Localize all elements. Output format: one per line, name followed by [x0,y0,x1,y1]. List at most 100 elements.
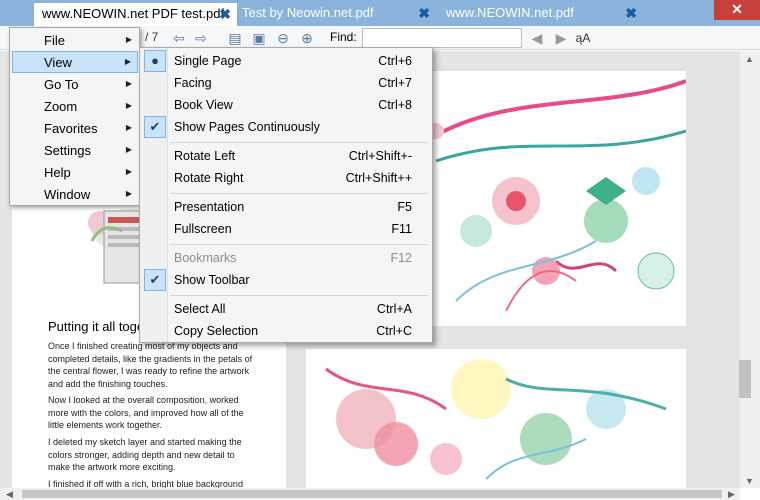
menu-item-label: Go To [44,77,79,92]
scroll-up-icon[interactable]: ▲ [745,54,754,64]
menu-item-rotate-left[interactable]: Rotate Left Ctrl+Shift+- [142,145,430,167]
menu-separator [170,193,428,194]
menu-item-presentation[interactable]: Presentation F5 [142,196,430,218]
menu-item-label: View [44,55,72,70]
page-paragraph: I deleted my sketch layer and started ma… [48,437,242,473]
fit-width-icon[interactable]: ▤ [226,29,244,47]
submenu-arrow-icon: ▶ [125,35,132,44]
menu-item-label: Favorites [44,121,98,136]
zoom-out-icon[interactable]: ⊖ [274,29,292,47]
submenu-arrow-icon: ▶ [124,57,131,66]
window-close-button[interactable]: ✕ [714,0,760,20]
menu-item-label: Rotate Right [174,171,244,185]
horizontal-scroll-thumb[interactable] [22,490,722,498]
page-heading: Putting it all toget [48,319,148,334]
menu-item-shortcut: F5 [397,200,412,214]
view-submenu: ● Single Page Ctrl+6 Facing Ctrl+7 Book … [139,47,433,343]
menu-separator [170,142,428,143]
menu-item-label: Bookmarks [174,251,237,265]
menu-item-rotate-right[interactable]: Rotate Right Ctrl+Shift++ [142,167,430,189]
menu-item-label: Window [44,187,91,202]
scroll-down-icon[interactable]: ▼ [745,476,754,486]
scroll-left-icon[interactable]: ◀ [6,489,13,500]
tab-test-by-neowin[interactable]: Test by Neowin.net.pdf ✖ [234,2,436,26]
menu-item-show-toolbar[interactable]: ✔ Show Toolbar [142,269,430,291]
menu-item-label: Presentation [174,200,245,214]
checkmark-icon: ✔ [144,116,166,138]
menu-item-label: File [44,33,65,48]
menu-item-label: Help [44,165,71,180]
tab-close-icon[interactable]: ✖ [418,2,430,24]
menu-item-label: Show Pages Continuously [174,120,320,134]
tab-close-icon[interactable]: ✖ [219,3,231,25]
menu-item-label: Zoom [44,99,78,114]
menu-item-shortcut: Ctrl+A [376,302,412,316]
menu-item-facing[interactable]: Facing Ctrl+7 [142,72,430,94]
menu-item-label: Show Toolbar [174,273,250,287]
menu-item-label: Rotate Left [174,149,236,163]
find-next-icon[interactable]: ▶ [552,29,570,47]
main-menu: File ▶ View ▶ Go To ▶ Zoom ▶ Favorites ▶… [9,27,140,206]
menu-item-book-view[interactable]: Book View Ctrl+8 [142,94,430,116]
submenu-arrow-icon: ▶ [125,123,132,132]
menu-separator [170,244,428,245]
menu-item-bookmarks: Bookmarks F12 [142,247,430,269]
menu-item-shortcut: Ctrl+8 [378,98,412,112]
menu-item-label: Fullscreen [174,222,232,236]
fit-page-icon[interactable]: ▣ [250,29,268,47]
tab-neowin-pdf[interactable]: www.NEOWIN.net.pdf ✖ [438,2,643,26]
find-input[interactable] [362,28,522,48]
page-paragraph: Once I finished creating most of my obje… [48,341,253,389]
tab-close-icon[interactable]: ✖ [625,2,637,24]
scroll-right-icon[interactable]: ▶ [728,489,735,500]
find-label: Find: [330,30,357,44]
menu-item-window[interactable]: Window ▶ [12,183,138,205]
find-previous-icon[interactable]: ◀ [528,29,546,47]
menu-item-shortcut: Ctrl+Shift+- [348,149,412,163]
submenu-arrow-icon: ▶ [125,167,132,176]
vertical-scroll-thumb[interactable] [739,360,751,398]
menu-item-label: Single Page [174,54,242,68]
menu-item-view[interactable]: View ▶ [12,51,138,73]
zoom-in-icon[interactable]: ⊕ [298,29,316,47]
forward-arrow-icon[interactable]: ⇨ [192,29,210,47]
menu-item-label: Select All [174,302,226,316]
menu-item-go-to[interactable]: Go To ▶ [12,73,138,95]
page-total: / 7 [145,30,159,44]
menu-item-show-pages-continuously[interactable]: ✔ Show Pages Continuously [142,116,430,138]
tab-label: www.NEOWIN.net.pdf [446,5,574,20]
menu-item-select-all[interactable]: Select All Ctrl+A [142,298,430,320]
menu-item-label: Settings [44,143,91,158]
back-arrow-icon[interactable]: ⇦ [170,29,188,47]
menu-item-single-page[interactable]: ● Single Page Ctrl+6 [142,50,430,72]
menu-item-label: Facing [174,76,212,90]
tab-label: Test by Neowin.net.pdf [242,5,374,20]
match-case-icon[interactable]: ąA [574,29,592,47]
menu-item-label: Copy Selection [174,324,259,338]
submenu-arrow-icon: ▶ [125,189,132,198]
tab-neowin-pdf-test[interactable]: www.NEOWIN.net PDF test.pdf ✖ [33,2,238,26]
document-page-artwork-2 [306,349,686,489]
menu-item-fullscreen[interactable]: Fullscreen F11 [142,218,430,240]
menu-item-copy-selection[interactable]: Copy Selection Ctrl+C [142,320,430,342]
radio-dot-icon: ● [144,50,166,72]
checkmark-icon: ✔ [144,269,166,291]
title-bar: www.NEOWIN.net PDF test.pdf ✖ Test by Ne… [0,0,760,26]
artwork-image [325,359,667,480]
submenu-arrow-icon: ▶ [125,101,132,110]
submenu-arrow-icon: ▶ [125,145,132,154]
menu-item-settings[interactable]: Settings ▶ [12,139,138,161]
menu-item-file[interactable]: File ▶ [12,29,138,51]
menu-item-shortcut: Ctrl+6 [378,54,412,68]
menu-item-help[interactable]: Help ▶ [12,161,138,183]
menu-item-favorites[interactable]: Favorites ▶ [12,117,138,139]
page-paragraph: Now I looked at the overall composition,… [48,395,244,431]
menu-item-shortcut: F11 [391,222,412,236]
menu-item-zoom[interactable]: Zoom ▶ [12,95,138,117]
menu-item-shortcut: F12 [390,251,412,265]
submenu-arrow-icon: ▶ [125,79,132,88]
menu-item-shortcut: Ctrl+7 [378,76,412,90]
menu-item-label: Book View [174,98,233,112]
vertical-scrollbar[interactable] [740,51,760,488]
menu-separator [170,295,428,296]
